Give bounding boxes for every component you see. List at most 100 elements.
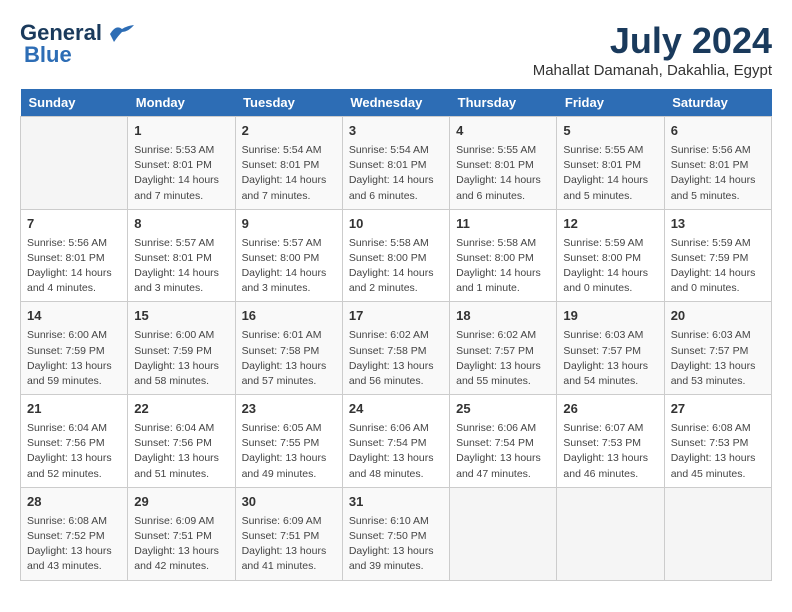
day-number: 25 — [456, 400, 550, 419]
title-area: July 2024 Mahallat Damanah, Dakahlia, Eg… — [533, 20, 772, 79]
day-info: Sunrise: 6:04 AMSunset: 7:56 PMDaylight:… — [134, 421, 228, 482]
header-wednesday: Wednesday — [342, 89, 449, 117]
day-cell: 5Sunrise: 5:55 AMSunset: 8:01 PMDaylight… — [557, 117, 664, 210]
day-number: 9 — [242, 215, 336, 234]
day-number: 29 — [134, 493, 228, 512]
calendar-subtitle: Mahallat Damanah, Dakahlia, Egypt — [533, 62, 772, 79]
day-number: 13 — [671, 215, 765, 234]
day-info: Sunrise: 5:53 AMSunset: 8:01 PMDaylight:… — [134, 143, 228, 204]
day-info: Sunrise: 6:07 AMSunset: 7:53 PMDaylight:… — [563, 421, 657, 482]
day-cell: 29 Sunrise: 6:09 AMSunset: 7:51 PMDayligh… — [128, 487, 235, 580]
day-info: Sunrise: 6:03 AMSunset: 7:57 PMDaylight:… — [671, 328, 765, 389]
day-cell: 19 Sunrise: 6:03 AMSunset: 7:57 PMDayligh… — [557, 302, 664, 395]
day-cell: 3 Sunrise: 5:54 AMSunset: 8:01 PMDaylight… — [342, 117, 449, 210]
day-cell: 25Sunrise: 6:06 AMSunset: 7:54 PMDayligh… — [450, 395, 557, 488]
day-info: Sunrise: 6:09 AMSunset: 7:51 PMDaylight:… — [242, 514, 336, 575]
day-number: 19 — [563, 307, 657, 326]
day-info: Sunrise: 6:08 AMSunset: 7:53 PMDaylight:… — [671, 421, 765, 482]
day-info: Sunrise: 5:55 AMSunset: 8:01 PMDaylight:… — [456, 143, 550, 204]
day-info: Sunrise: 5:59 AMSunset: 7:59 PMDaylight:… — [671, 236, 765, 297]
day-info: Sunrise: 5:58 AMSunset: 8:00 PMDaylight:… — [349, 236, 443, 297]
day-cell — [21, 117, 128, 210]
day-info: Sunrise: 6:00 AMSunset: 7:59 PMDaylight:… — [27, 328, 121, 389]
day-number: 10 — [349, 215, 443, 234]
day-cell — [664, 487, 771, 580]
day-info: Sunrise: 6:00 AMSunset: 7:59 PMDaylight:… — [134, 328, 228, 389]
page-header: General Blue July 2024 Mahallat Damanah,… — [20, 20, 772, 79]
day-cell: 22 Sunrise: 6:04 AMSunset: 7:56 PMDayligh… — [128, 395, 235, 488]
day-info: Sunrise: 5:56 AMSunset: 8:01 PMDaylight:… — [671, 143, 765, 204]
header-thursday: Thursday — [450, 89, 557, 117]
day-info: Sunrise: 5:58 AMSunset: 8:00 PMDaylight:… — [456, 236, 550, 297]
day-cell: 15 Sunrise: 6:00 AMSunset: 7:59 PMDayligh… — [128, 302, 235, 395]
day-cell — [557, 487, 664, 580]
day-cell: 21Sunrise: 6:04 AMSunset: 7:56 PMDayligh… — [21, 395, 128, 488]
header-sunday: Sunday — [21, 89, 128, 117]
calendar-header-row: SundayMondayTuesdayWednesdayThursdayFrid… — [21, 89, 772, 117]
logo: General Blue — [20, 20, 136, 68]
day-cell: 7 Sunrise: 5:56 AMSunset: 8:01 PMDaylight… — [21, 209, 128, 302]
day-number: 20 — [671, 307, 765, 326]
day-info: Sunrise: 6:06 AMSunset: 7:54 PMDaylight:… — [349, 421, 443, 482]
day-info: Sunrise: 6:05 AMSunset: 7:55 PMDaylight:… — [242, 421, 336, 482]
day-number: 2 — [242, 122, 336, 141]
day-info: Sunrise: 5:54 AMSunset: 8:01 PMDaylight:… — [349, 143, 443, 204]
day-cell: 20 Sunrise: 6:03 AMSunset: 7:57 PMDayligh… — [664, 302, 771, 395]
day-info: Sunrise: 6:03 AMSunset: 7:57 PMDaylight:… — [563, 328, 657, 389]
day-info: Sunrise: 6:09 AMSunset: 7:51 PMDaylight:… — [134, 514, 228, 575]
day-cell: 4 Sunrise: 5:55 AMSunset: 8:01 PMDaylight… — [450, 117, 557, 210]
week-row-3: 14Sunrise: 6:00 AMSunset: 7:59 PMDayligh… — [21, 302, 772, 395]
day-number: 5 — [563, 122, 657, 141]
day-info: Sunrise: 6:02 AMSunset: 7:58 PMDaylight:… — [349, 328, 443, 389]
day-info: Sunrise: 6:08 AMSunset: 7:52 PMDaylight:… — [27, 514, 121, 575]
day-number: 15 — [134, 307, 228, 326]
day-number: 16 — [242, 307, 336, 326]
day-cell: 26 Sunrise: 6:07 AMSunset: 7:53 PMDayligh… — [557, 395, 664, 488]
day-number: 4 — [456, 122, 550, 141]
day-cell: 24 Sunrise: 6:06 AMSunset: 7:54 PMDayligh… — [342, 395, 449, 488]
day-number: 17 — [349, 307, 443, 326]
day-number: 28 — [27, 493, 121, 512]
day-cell: 10 Sunrise: 5:58 AMSunset: 8:00 PMDayligh… — [342, 209, 449, 302]
day-cell: 23 Sunrise: 6:05 AMSunset: 7:55 PMDayligh… — [235, 395, 342, 488]
calendar-table: SundayMondayTuesdayWednesdayThursdayFrid… — [20, 89, 772, 581]
day-number: 8 — [134, 215, 228, 234]
day-cell: 12 Sunrise: 5:59 AMSunset: 8:00 PMDayligh… — [557, 209, 664, 302]
day-cell: 31 Sunrise: 6:10 AMSunset: 7:50 PMDayligh… — [342, 487, 449, 580]
day-cell: 9 Sunrise: 5:57 AMSunset: 8:00 PMDaylight… — [235, 209, 342, 302]
day-cell: 6Sunrise: 5:56 AMSunset: 8:01 PMDaylight… — [664, 117, 771, 210]
header-friday: Friday — [557, 89, 664, 117]
day-number: 23 — [242, 400, 336, 419]
logo-bird-icon — [108, 24, 136, 44]
day-number: 26 — [563, 400, 657, 419]
day-number: 24 — [349, 400, 443, 419]
day-number: 22 — [134, 400, 228, 419]
day-cell: 27 Sunrise: 6:08 AMSunset: 7:53 PMDayligh… — [664, 395, 771, 488]
day-cell: 11Sunrise: 5:58 AMSunset: 8:00 PMDayligh… — [450, 209, 557, 302]
day-number: 3 — [349, 122, 443, 141]
day-info: Sunrise: 5:57 AMSunset: 8:00 PMDaylight:… — [242, 236, 336, 297]
day-number: 30 — [242, 493, 336, 512]
calendar-title: July 2024 — [533, 20, 772, 62]
day-info: Sunrise: 6:04 AMSunset: 7:56 PMDaylight:… — [27, 421, 121, 482]
day-info: Sunrise: 5:54 AMSunset: 8:01 PMDaylight:… — [242, 143, 336, 204]
day-info: Sunrise: 6:10 AMSunset: 7:50 PMDaylight:… — [349, 514, 443, 575]
day-number: 1 — [134, 122, 228, 141]
day-number: 27 — [671, 400, 765, 419]
day-cell: 17 Sunrise: 6:02 AMSunset: 7:58 PMDayligh… — [342, 302, 449, 395]
day-cell: 16Sunrise: 6:01 AMSunset: 7:58 PMDayligh… — [235, 302, 342, 395]
header-tuesday: Tuesday — [235, 89, 342, 117]
logo-line2: Blue — [20, 42, 72, 68]
day-cell: 2 Sunrise: 5:54 AMSunset: 8:01 PMDaylight… — [235, 117, 342, 210]
day-info: Sunrise: 5:56 AMSunset: 8:01 PMDaylight:… — [27, 236, 121, 297]
day-cell: 28 Sunrise: 6:08 AMSunset: 7:52 PMDayligh… — [21, 487, 128, 580]
day-cell: 14Sunrise: 6:00 AMSunset: 7:59 PMDayligh… — [21, 302, 128, 395]
day-number: 7 — [27, 215, 121, 234]
header-monday: Monday — [128, 89, 235, 117]
day-cell: 1 Sunrise: 5:53 AMSunset: 8:01 PMDaylight… — [128, 117, 235, 210]
day-number: 31 — [349, 493, 443, 512]
day-number: 12 — [563, 215, 657, 234]
week-row-5: 28 Sunrise: 6:08 AMSunset: 7:52 PMDayligh… — [21, 487, 772, 580]
day-info: Sunrise: 5:59 AMSunset: 8:00 PMDaylight:… — [563, 236, 657, 297]
day-cell: 30 Sunrise: 6:09 AMSunset: 7:51 PMDayligh… — [235, 487, 342, 580]
